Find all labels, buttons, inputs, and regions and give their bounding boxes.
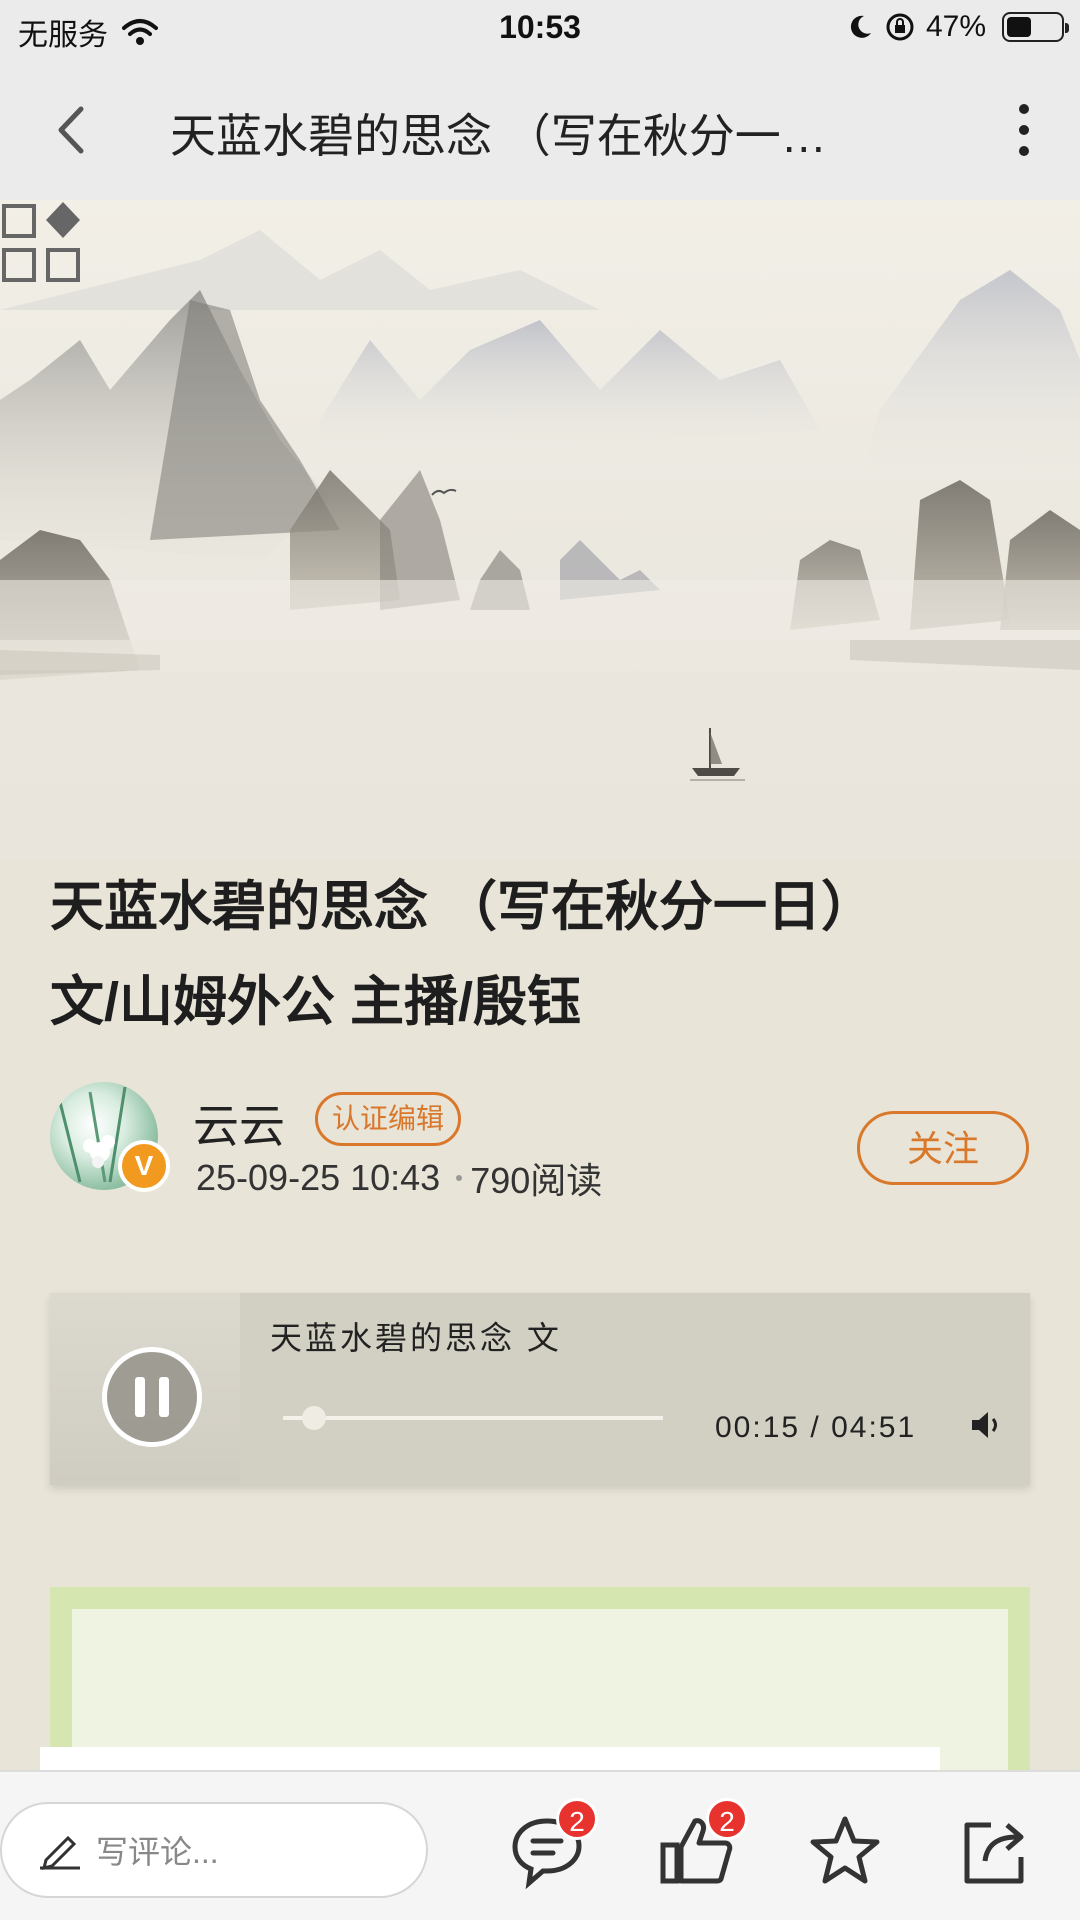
article-title-line: 天蓝水碧的思念 （写在秋分一日） — [50, 877, 876, 937]
chevron-left-icon — [58, 106, 84, 154]
post-meta: 25-09-25 10:43 790阅读 — [196, 1152, 602, 1204]
more-dot — [1019, 104, 1029, 114]
battery-percent: 47% — [925, 10, 986, 43]
comment-placeholder: 写评论... — [96, 1834, 219, 1870]
like-count-badge: 2 — [706, 1798, 748, 1840]
landscape-painting — [0, 230, 1080, 860]
author-name[interactable]: 云云 — [193, 1090, 285, 1156]
comment-input[interactable]: 写评论... — [0, 1802, 428, 1898]
back-button[interactable] — [40, 100, 100, 160]
bottom-bar: 写评论... 2 2 — [0, 1770, 1080, 1920]
battery-fill — [1007, 17, 1031, 37]
verified-badge: V — [118, 1140, 170, 1192]
follow-button[interactable]: 关注 — [857, 1111, 1029, 1185]
article-subtitle-line: 文/山姆外公 主播/殷钰 — [50, 972, 582, 1032]
more-dot — [1019, 125, 1029, 135]
read-count: 790阅读 — [470, 1160, 603, 1201]
pause-bar — [159, 1377, 169, 1417]
favorite-button[interactable] — [800, 1806, 890, 1896]
progress-slider[interactable] — [283, 1406, 663, 1430]
status-bar: 无服务 10:53 47% — [0, 0, 1080, 60]
like-button[interactable]: 2 — [652, 1798, 748, 1896]
volume-icon[interactable] — [968, 1407, 1004, 1443]
audio-cover — [50, 1293, 240, 1485]
audio-player: 天蓝水碧的思念 文 00:15 / 04:51 — [50, 1293, 1030, 1485]
pause-bar — [135, 1377, 145, 1417]
status-right: 47% — [846, 10, 1069, 44]
comment-count-badge: 2 — [556, 1798, 598, 1840]
share-icon — [964, 1822, 1024, 1884]
hero-image — [0, 200, 1080, 860]
page-title: 天蓝水碧的思念 （写在秋分一… — [170, 110, 827, 162]
track-title: 天蓝水碧的思念 文 — [270, 1320, 562, 1356]
certified-editor-tag: 认证编辑 — [315, 1092, 462, 1146]
pencil-icon — [40, 1835, 80, 1870]
playback-time: 00:15 / 04:51 — [715, 1411, 917, 1444]
separator-dot — [456, 1175, 463, 1181]
more-dot — [1019, 146, 1029, 156]
more-menu-button[interactable] — [1004, 98, 1044, 162]
post-date: 25-09-25 10:43 — [196, 1157, 441, 1198]
star-icon — [810, 1816, 880, 1884]
pause-button[interactable] — [102, 1347, 202, 1447]
progress-knob[interactable] — [302, 1406, 326, 1430]
battery-icon — [1002, 12, 1069, 42]
rotation-lock-icon — [886, 13, 914, 41]
share-button[interactable] — [950, 1806, 1040, 1896]
mini-program-icon[interactable] — [0, 200, 90, 290]
comment-button[interactable]: 2 — [502, 1798, 598, 1896]
moon-icon — [850, 15, 871, 38]
article-title: 天蓝水碧的思念 （写在秋分一日） 文/山姆外公 主播/殷钰 — [50, 860, 1030, 1050]
nav-bar: 天蓝水碧的思念 （写在秋分一… — [0, 60, 1080, 200]
